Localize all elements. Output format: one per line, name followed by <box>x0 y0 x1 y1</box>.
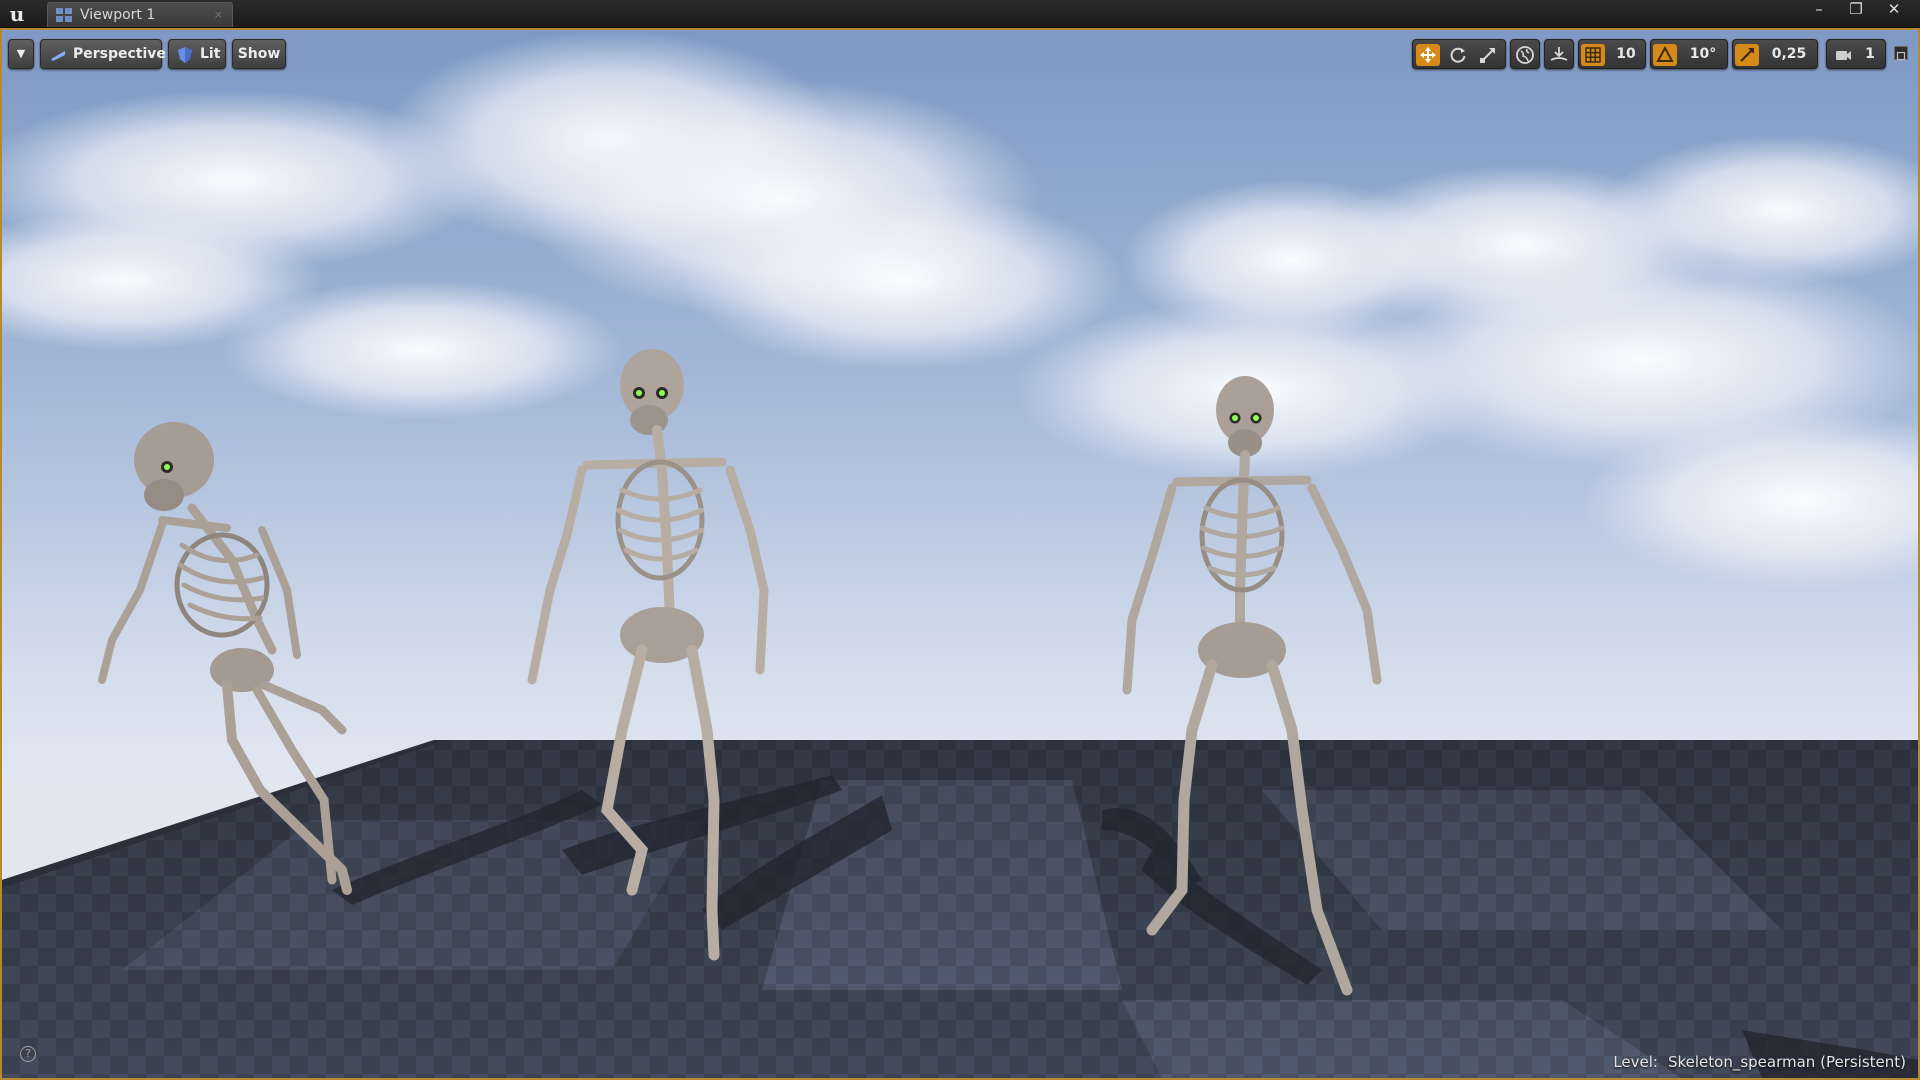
unreal-logo-icon[interactable]: u <box>4 2 30 26</box>
lighting-mode-button[interactable]: Lit <box>168 39 226 69</box>
grid-snap-icon <box>1585 47 1601 63</box>
world-local-toggle[interactable] <box>1513 44 1537 66</box>
tab-viewport-1[interactable]: Viewport 1 × <box>47 2 233 27</box>
checker-floor <box>2 740 1918 1078</box>
transform-tools-group <box>1412 39 1506 69</box>
scale-snap-icon <box>1740 48 1754 62</box>
restore-button[interactable]: ❐ <box>1838 0 1874 20</box>
scale-snap-value[interactable]: 0,25 <box>1761 40 1817 68</box>
camera-speed-button[interactable] <box>1831 44 1855 66</box>
coordinate-system-group <box>1510 39 1540 69</box>
tab-label: Viewport 1 <box>80 7 156 23</box>
scale-snap-toggle[interactable] <box>1735 44 1759 66</box>
camera-speed-group[interactable]: 1 <box>1826 39 1886 69</box>
grid-snap-value[interactable]: 10 <box>1607 40 1645 68</box>
rotation-snap-icon <box>1656 45 1674 62</box>
rotation-snap-value[interactable]: 10° <box>1679 40 1727 68</box>
surface-snapping-button[interactable] <box>1547 44 1571 66</box>
perspective-camera-icon <box>51 51 65 61</box>
show-flags-button[interactable]: Show <box>232 39 286 69</box>
viewport-options-button[interactable]: ▼ <box>8 39 34 69</box>
translate-icon <box>1420 47 1436 63</box>
camera-speed-icon <box>1836 51 1851 60</box>
help-icon[interactable]: ? <box>20 1046 36 1062</box>
rotation-snap-toggle[interactable] <box>1653 44 1677 66</box>
lighting-mode-label: Lit <box>200 46 221 62</box>
minimize-button[interactable]: – <box>1801 0 1837 20</box>
level-name: Skeleton_spearman (Persistent) <box>1667 1053 1906 1071</box>
scale-snap-group: 0,25 <box>1732 39 1818 69</box>
camera-speed-value: 1 <box>1865 46 1875 62</box>
surface-snap-group <box>1544 39 1574 69</box>
translate-tool-button[interactable] <box>1416 44 1440 66</box>
scene-render[interactable] <box>2 30 1918 1078</box>
level-viewport[interactable]: ▼ Perspective Lit Show 10 10° 0,25 1 ? L… <box>0 28 1920 1080</box>
lit-sphere-icon <box>178 47 192 63</box>
tab-close-icon[interactable]: × <box>214 3 223 27</box>
close-window-button[interactable]: ✕ <box>1876 0 1912 20</box>
viewport-grid-icon <box>56 8 72 22</box>
rotate-tool-button[interactable] <box>1446 44 1470 66</box>
world-local-icon <box>1516 46 1534 64</box>
view-mode-label: Perspective <box>73 46 166 62</box>
maximize-viewport-button[interactable] <box>1894 46 1908 61</box>
maximize-icon <box>1896 51 1906 61</box>
current-level-label: Level: Skeleton_spearman (Persistent) <box>1613 1053 1906 1071</box>
surface-snap-icon <box>1550 47 1568 61</box>
grid-snap-toggle[interactable] <box>1581 44 1605 66</box>
title-bar: u Viewport 1 × – ❐ ✕ <box>0 0 1920 28</box>
level-prefix: Level: <box>1613 1053 1658 1071</box>
view-mode-button[interactable]: Perspective <box>40 39 166 69</box>
scale-icon <box>1480 48 1495 63</box>
grid-snap-group: 10 <box>1578 39 1646 69</box>
rotation-snap-group: 10° <box>1650 39 1728 69</box>
scale-tool-button[interactable] <box>1476 44 1500 66</box>
rotate-icon <box>1450 47 1466 63</box>
